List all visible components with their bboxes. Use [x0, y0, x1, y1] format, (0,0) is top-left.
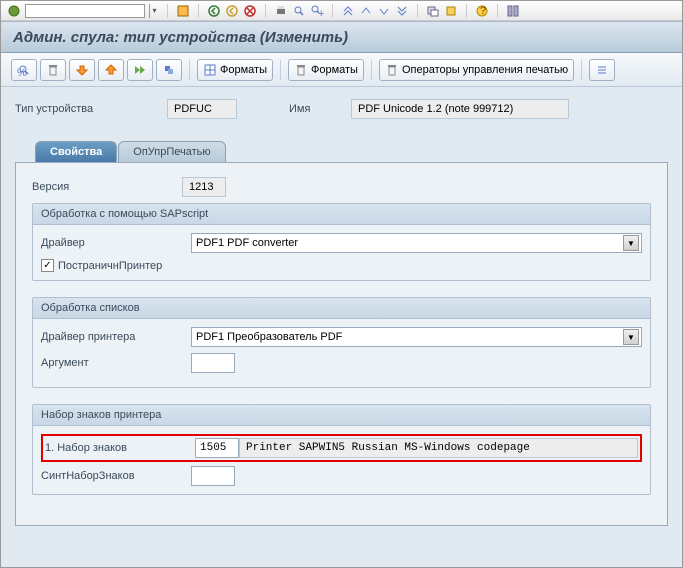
help-icon[interactable]: ?	[475, 4, 489, 18]
trash-icon	[385, 63, 399, 77]
check-button[interactable]	[127, 59, 153, 81]
other-object-button[interactable]: %	[11, 59, 37, 81]
tab-print-ops[interactable]: ОпУпрПечатью	[118, 141, 225, 162]
find-next-icon[interactable]: +	[310, 4, 324, 18]
version-label: Версия	[32, 181, 182, 193]
prev-page-icon[interactable]	[359, 4, 373, 18]
where-used-button[interactable]	[156, 59, 182, 81]
group-sapscript: Обработка с помощью SAPscript Драйвер PD…	[32, 203, 651, 281]
charset1-desc: Printer SAPWIN5 Russian MS-Windows codep…	[239, 438, 638, 458]
title-bar: Админ. спула: тип устройства (Изменить)	[1, 21, 682, 53]
charset1-label: 1. Набор знаков	[45, 442, 195, 454]
svg-text:%: %	[17, 67, 27, 77]
table-icon	[203, 63, 217, 77]
device-type-label: Тип устройства	[15, 103, 155, 115]
group-lists: Обработка списков Драйвер принтера PDF1 …	[32, 297, 651, 388]
chevron-down-icon: ▼	[623, 329, 639, 345]
tab-strip: Свойства ОпУпрПечатью	[35, 141, 668, 162]
argument-label: Аргумент	[41, 357, 191, 369]
argument-input[interactable]	[191, 353, 235, 373]
synth-charset-input[interactable]	[191, 466, 235, 486]
charset1-code-input[interactable]: 1505	[195, 438, 239, 458]
group-sapscript-header: Обработка с помощью SAPscript	[33, 204, 650, 225]
tab-properties[interactable]: Свойства	[35, 141, 117, 162]
command-field[interactable]	[25, 4, 145, 18]
activate-up-button[interactable]	[98, 59, 124, 81]
list-button[interactable]	[589, 59, 615, 81]
page-printer-checkbox-row: ✓ ПостраничнПринтер	[41, 259, 642, 272]
exit-icon[interactable]	[225, 4, 239, 18]
page-printer-checkbox[interactable]: ✓	[41, 259, 54, 272]
highlighted-row: 1. Набор знаков 1505 Printer SAPWIN5 Rus…	[41, 434, 642, 462]
formats-1-label: Форматы	[220, 64, 267, 76]
page-printer-label: ПостраничнПринтер	[58, 260, 162, 272]
formats-button-1[interactable]: Форматы	[197, 59, 273, 81]
name-label: Имя	[289, 103, 339, 115]
page-title: Админ. спула: тип устройства (Изменить)	[13, 29, 348, 46]
print-operators-button[interactable]: Операторы управления печатью	[379, 59, 574, 81]
activate-button[interactable]	[69, 59, 95, 81]
name-value: PDF Unicode 1.2 (note 999712)	[351, 99, 569, 119]
group-lists-header: Обработка списков	[33, 298, 650, 319]
printer-driver-label: Драйвер принтера	[41, 331, 191, 343]
save-icon[interactable]	[176, 4, 190, 18]
delete-button[interactable]	[40, 59, 66, 81]
driver-select[interactable]: PDF1 PDF converter ▼	[191, 233, 642, 253]
formats-button-2[interactable]: Форматы	[288, 59, 364, 81]
back-icon[interactable]	[207, 4, 221, 18]
version-value: 1213	[182, 177, 226, 197]
first-page-icon[interactable]	[341, 4, 355, 18]
chevron-down-icon: ▼	[623, 235, 639, 251]
cancel-icon[interactable]	[243, 4, 257, 18]
shortcut-icon[interactable]	[444, 4, 458, 18]
group-charset-header: Набор знаков принтера	[33, 405, 650, 426]
system-toolbar: ▾ + ?	[1, 1, 682, 21]
trash-icon	[294, 63, 308, 77]
content-area: Тип устройства PDFUC Имя PDF Unicode 1.2…	[1, 87, 682, 567]
session-new-icon[interactable]	[426, 4, 440, 18]
system-menu-icon[interactable]	[7, 4, 21, 18]
synth-charset-label: СинтНаборЗнаков	[41, 470, 191, 482]
header-fields: Тип устройства PDFUC Имя PDF Unicode 1.2…	[15, 99, 668, 119]
tab-panel-properties: Версия 1213 Обработка с помощью SAPscrip…	[15, 162, 668, 526]
group-charset: Набор знаков принтера 1. Набор знаков 15…	[32, 404, 651, 495]
device-type-value: PDFUC	[167, 99, 237, 119]
next-page-icon[interactable]	[377, 4, 391, 18]
command-dropdown[interactable]: ▾	[149, 4, 159, 18]
svg-text:+: +	[318, 8, 324, 18]
driver-value: PDF1 PDF converter	[196, 237, 298, 249]
printer-driver-select[interactable]: PDF1 Преобразователь PDF ▼	[191, 327, 642, 347]
svg-text:?: ?	[480, 5, 486, 17]
driver-label: Драйвер	[41, 237, 191, 249]
print-operators-label: Операторы управления печатью	[402, 64, 568, 76]
action-toolbar: % Форматы Форматы Операторы управления п…	[1, 53, 682, 87]
printer-driver-value: PDF1 Преобразователь PDF	[196, 331, 342, 343]
print-icon[interactable]	[274, 4, 288, 18]
formats-2-label: Форматы	[311, 64, 358, 76]
layout-icon[interactable]	[506, 4, 520, 18]
find-icon[interactable]	[292, 4, 306, 18]
last-page-icon[interactable]	[395, 4, 409, 18]
